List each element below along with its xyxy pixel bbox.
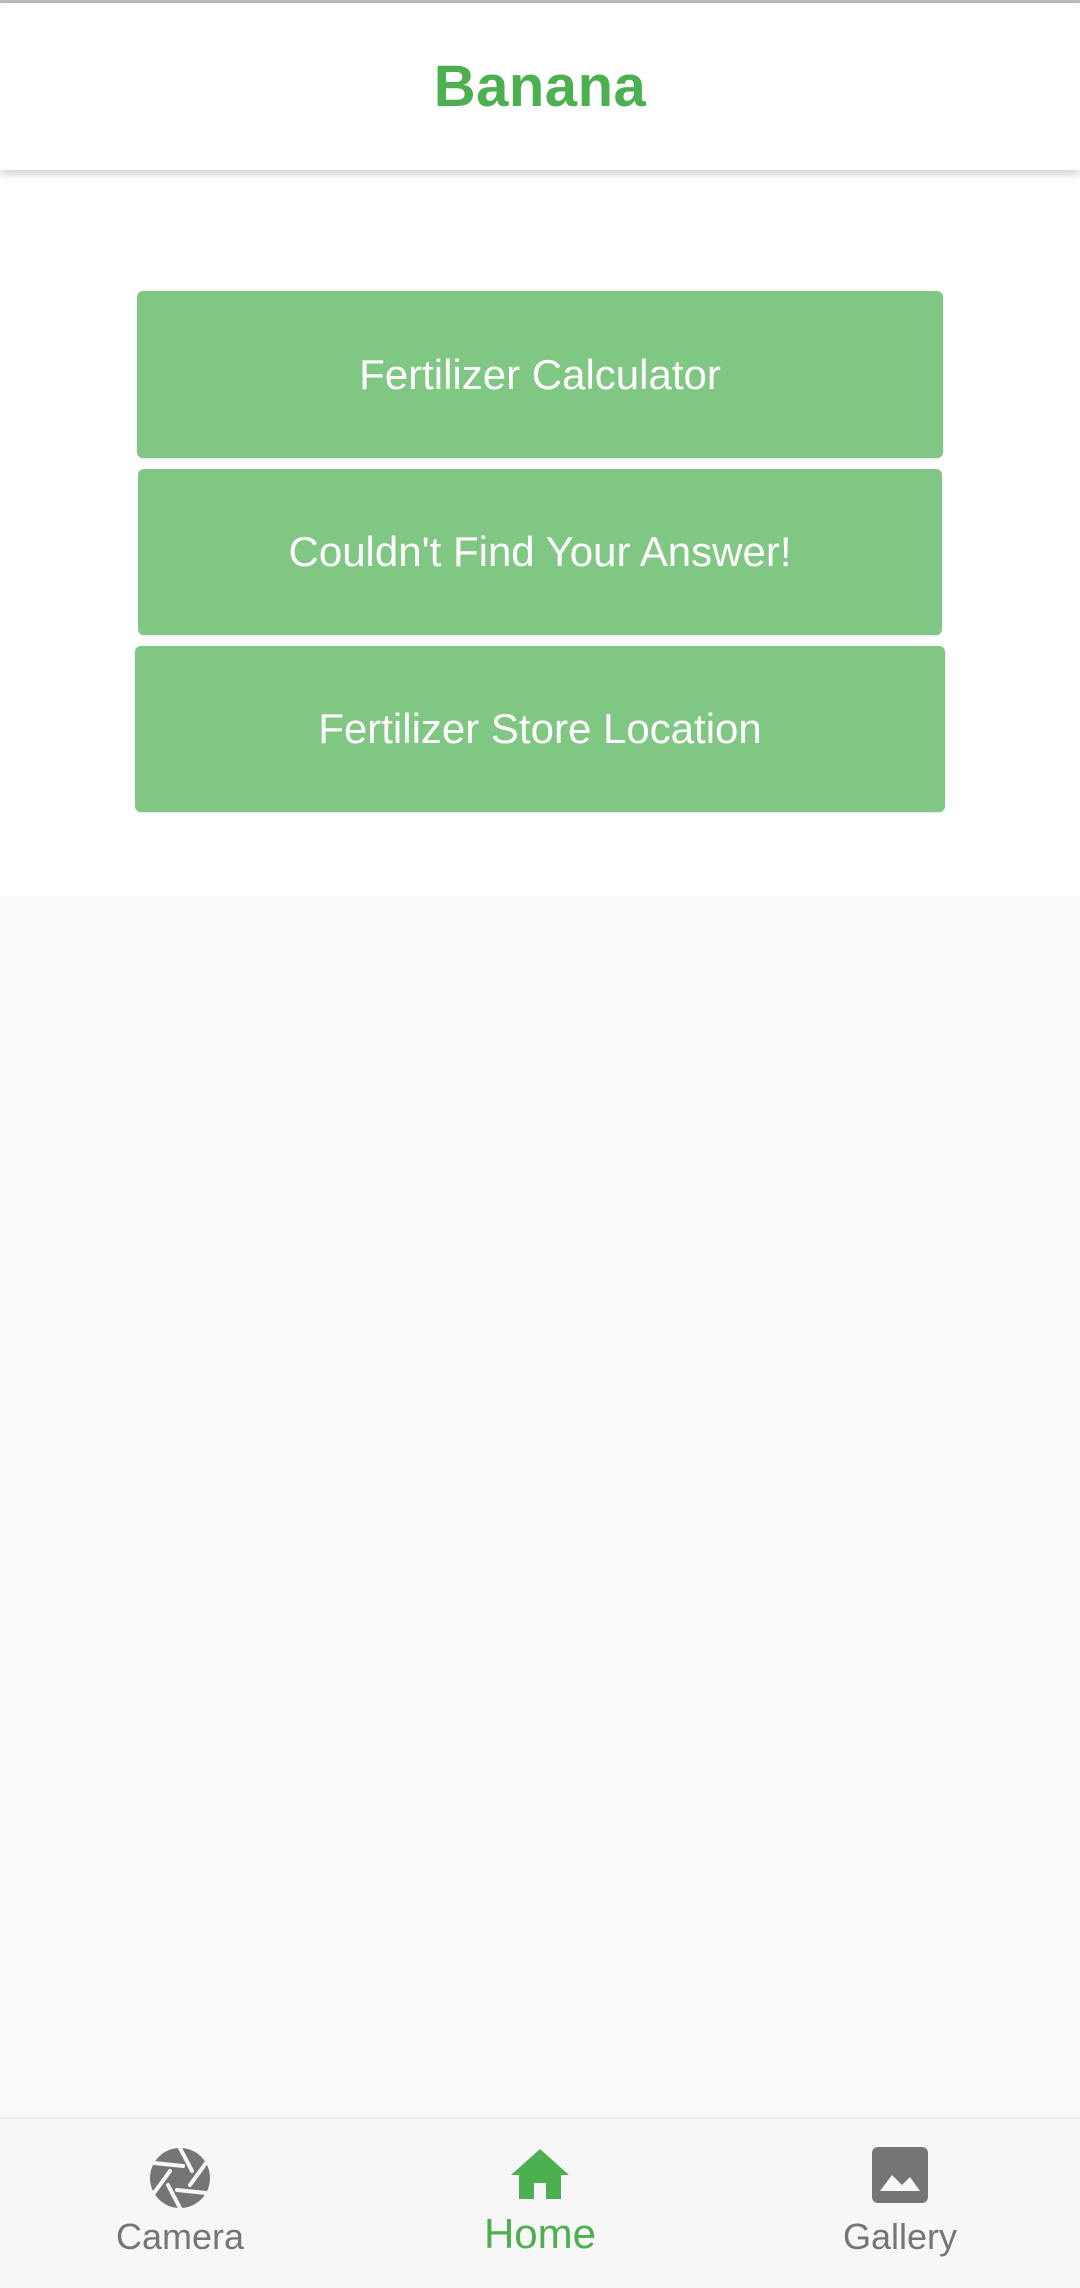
camera-shutter-icon — [150, 2147, 210, 2209]
bottom-navigation: Camera Home Gallery — [0, 2117, 1080, 2288]
home-icon — [511, 2149, 569, 2199]
store-location-button[interactable]: Fertilizer Store Location — [135, 646, 945, 812]
nav-label-home: Home — [483, 2210, 597, 2257]
app-bar: Banana — [0, 3, 1080, 170]
nav-label-camera: Camera — [115, 2216, 245, 2257]
button-label: Fertilizer Store Location — [318, 705, 762, 752]
gallery-image-icon — [872, 2147, 928, 2203]
nav-gallery[interactable]: Gallery — [800, 2119, 1000, 2288]
button-label: Fertilizer Calculator — [359, 350, 721, 398]
fertilizer-calculator-button[interactable]: Fertilizer Calculator — [137, 291, 943, 458]
find-answer-button[interactable]: Couldn't Find Your Answer! — [138, 469, 942, 635]
button-label: Couldn't Find Your Answer! — [288, 528, 792, 575]
screen: Banana Fertilizer Calculator Couldn't Fi… — [0, 0, 1080, 2288]
app-title: Banana — [433, 54, 647, 119]
nav-label-gallery: Gallery — [842, 2216, 958, 2257]
nav-home[interactable]: Home — [440, 2119, 640, 2288]
nav-camera[interactable]: Camera — [80, 2119, 280, 2288]
content-area: Fertilizer Calculator Couldn't Find Your… — [0, 170, 1080, 896]
